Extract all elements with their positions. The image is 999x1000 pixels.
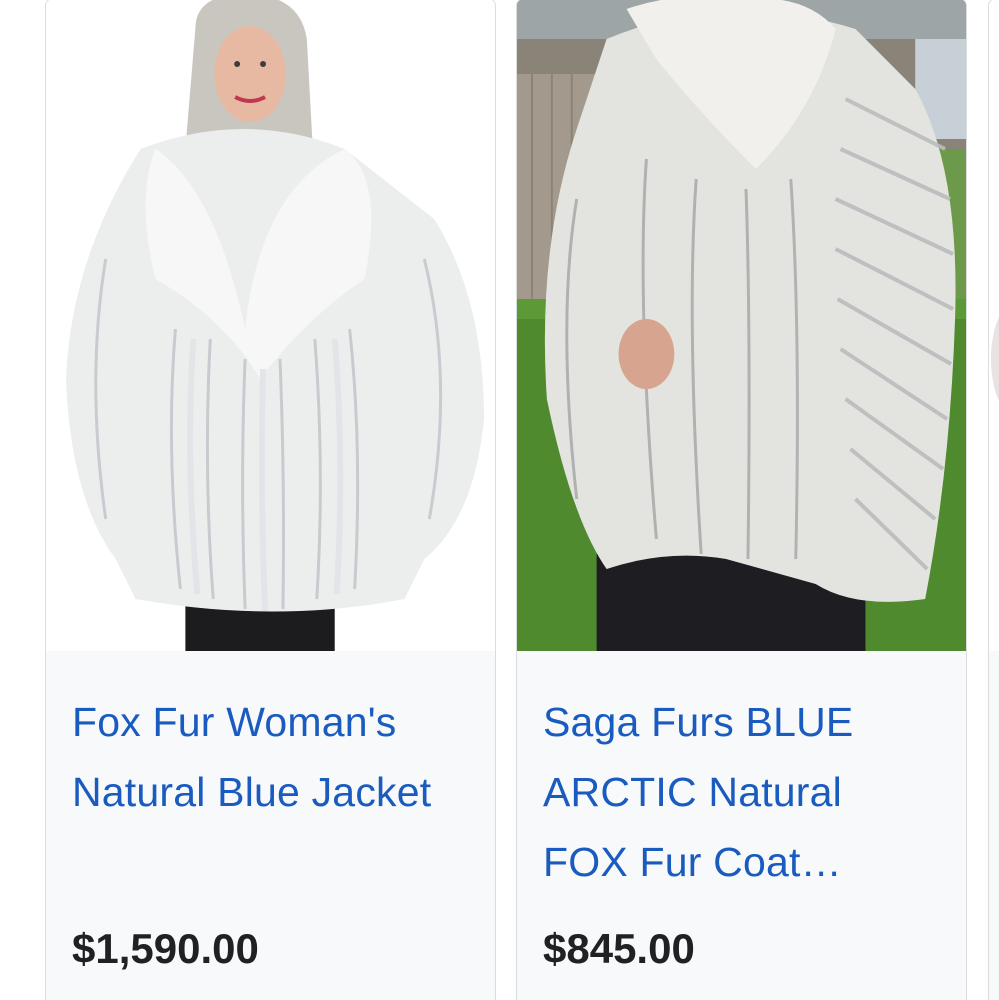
product-price: $845.00 <box>543 925 695 972</box>
product-title[interactable]: Saga Furs BLUE ARCTIC Natural FOX Fur Co… <box>543 687 933 897</box>
product-title[interactable]: Fox Fur Woman's Natural Blue Jacket <box>72 687 462 827</box>
next-product-photo <box>989 0 999 651</box>
product-card[interactable]: Saga Furs BLUE ARCTIC Natural FOX Fur Co… <box>516 0 967 1000</box>
product-image-next[interactable] <box>989 0 999 651</box>
product-price: $1,590.00 <box>72 925 259 972</box>
product-card[interactable]: Fox Fur Woman's Natural Blue Jacket $1,5… <box>45 0 496 1000</box>
product-image-saga-furs-coat[interactable] <box>517 0 966 651</box>
product-card[interactable] <box>988 0 999 1000</box>
fur-coat-photo <box>517 0 966 651</box>
product-image-fox-fur-jacket[interactable] <box>46 0 495 651</box>
fur-jacket-photo <box>46 0 495 651</box>
product-carousel[interactable]: Fox Fur Woman's Natural Blue Jacket $1,5… <box>0 0 999 1000</box>
